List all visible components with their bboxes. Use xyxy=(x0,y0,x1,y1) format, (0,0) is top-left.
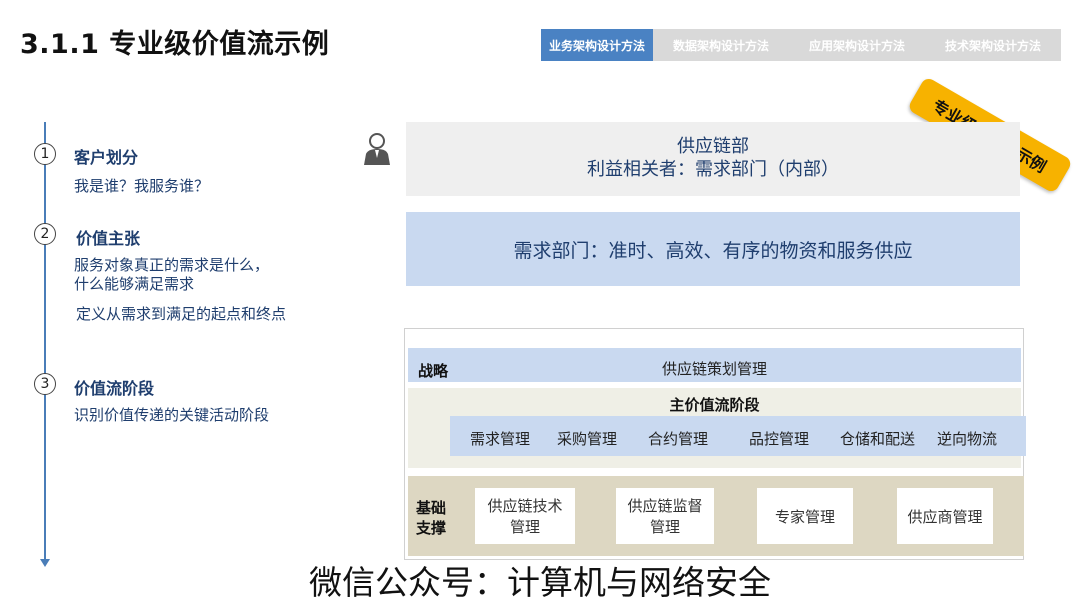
main-stage-title: 主价值流阶段 xyxy=(669,396,760,414)
timeline-line xyxy=(44,122,46,562)
activity-demand: 需求管理 xyxy=(470,430,531,448)
step-desc-2c: 定义从需求到满足的起点和终点 xyxy=(76,305,287,323)
step-number-2: 2 xyxy=(34,223,56,245)
support-box-expert-line1: 专家管理 xyxy=(774,507,835,526)
activity-procurement: 采购管理 xyxy=(557,430,618,448)
step-title-2: 价值主张 xyxy=(76,229,141,248)
support-box-expert: 专家管理 xyxy=(757,488,853,544)
stakeholder-dept: 供应链部 xyxy=(677,136,749,157)
support-box-supervision-line1: 供应链监督 xyxy=(627,497,703,515)
step-desc-2a: 服务对象真正的需求是什么， xyxy=(74,256,270,274)
step-title-3: 价值流阶段 xyxy=(74,379,155,398)
activity-warehouse: 仓储和配送 xyxy=(840,430,916,448)
step-title-1: 客户划分 xyxy=(74,148,139,167)
tab-technology-architecture[interactable]: 技术架构设计方法 xyxy=(925,29,1061,61)
support-label-line2: 支撑 xyxy=(416,519,447,537)
stakeholder-desc: 利益相关者：需求部门（内部） xyxy=(587,159,839,180)
step-desc-3: 识别价值传递的关键活动阶段 xyxy=(74,406,270,424)
value-proposition-box: 需求部门：准时、高效、有序的物资和服务供应 xyxy=(406,212,1020,286)
support-box-tech: 供应链技术 管理 xyxy=(475,488,575,544)
page-title: 3.1.1 专业级价值流示例 xyxy=(20,29,330,60)
step-number-3: 3 xyxy=(34,373,56,395)
step-desc-2b: 什么能够满足需求 xyxy=(74,275,195,293)
activity-reverse-logistics: 逆向物流 xyxy=(937,430,998,448)
stakeholder-box: 供应链部 利益相关者：需求部门（内部） xyxy=(406,122,1020,196)
step-number-1: 1 xyxy=(34,143,56,165)
activity-quality: 品控管理 xyxy=(749,430,810,448)
tab-business-architecture[interactable]: 业务架构设计方法 xyxy=(541,29,653,61)
support-label: 基础 支撑 xyxy=(416,498,446,538)
support-box-supplier-line1: 供应商管理 xyxy=(907,507,983,526)
tab-data-architecture[interactable]: 数据架构设计方法 xyxy=(653,29,789,61)
support-label-line1: 基础 xyxy=(416,499,447,517)
person-icon xyxy=(364,133,390,165)
support-box-tech-line1: 供应链技术 xyxy=(487,497,563,515)
support-box-supervision: 供应链监督 管理 xyxy=(616,488,714,544)
step-desc-1: 我是谁？我服务谁？ xyxy=(74,177,210,195)
strategy-text: 供应链策划管理 xyxy=(661,360,767,378)
support-box-supplier: 供应商管理 xyxy=(897,488,993,544)
tab-application-architecture[interactable]: 应用架构设计方法 xyxy=(789,29,925,61)
watermark-caption: 微信公众号：计算机与网络安全 xyxy=(309,563,771,602)
support-box-tech-line2: 管理 xyxy=(509,518,540,536)
activity-contract: 合约管理 xyxy=(648,430,709,448)
method-tabs: 业务架构设计方法 数据架构设计方法 应用架构设计方法 技术架构设计方法 xyxy=(541,29,1061,61)
support-box-supervision-line2: 管理 xyxy=(649,518,680,536)
